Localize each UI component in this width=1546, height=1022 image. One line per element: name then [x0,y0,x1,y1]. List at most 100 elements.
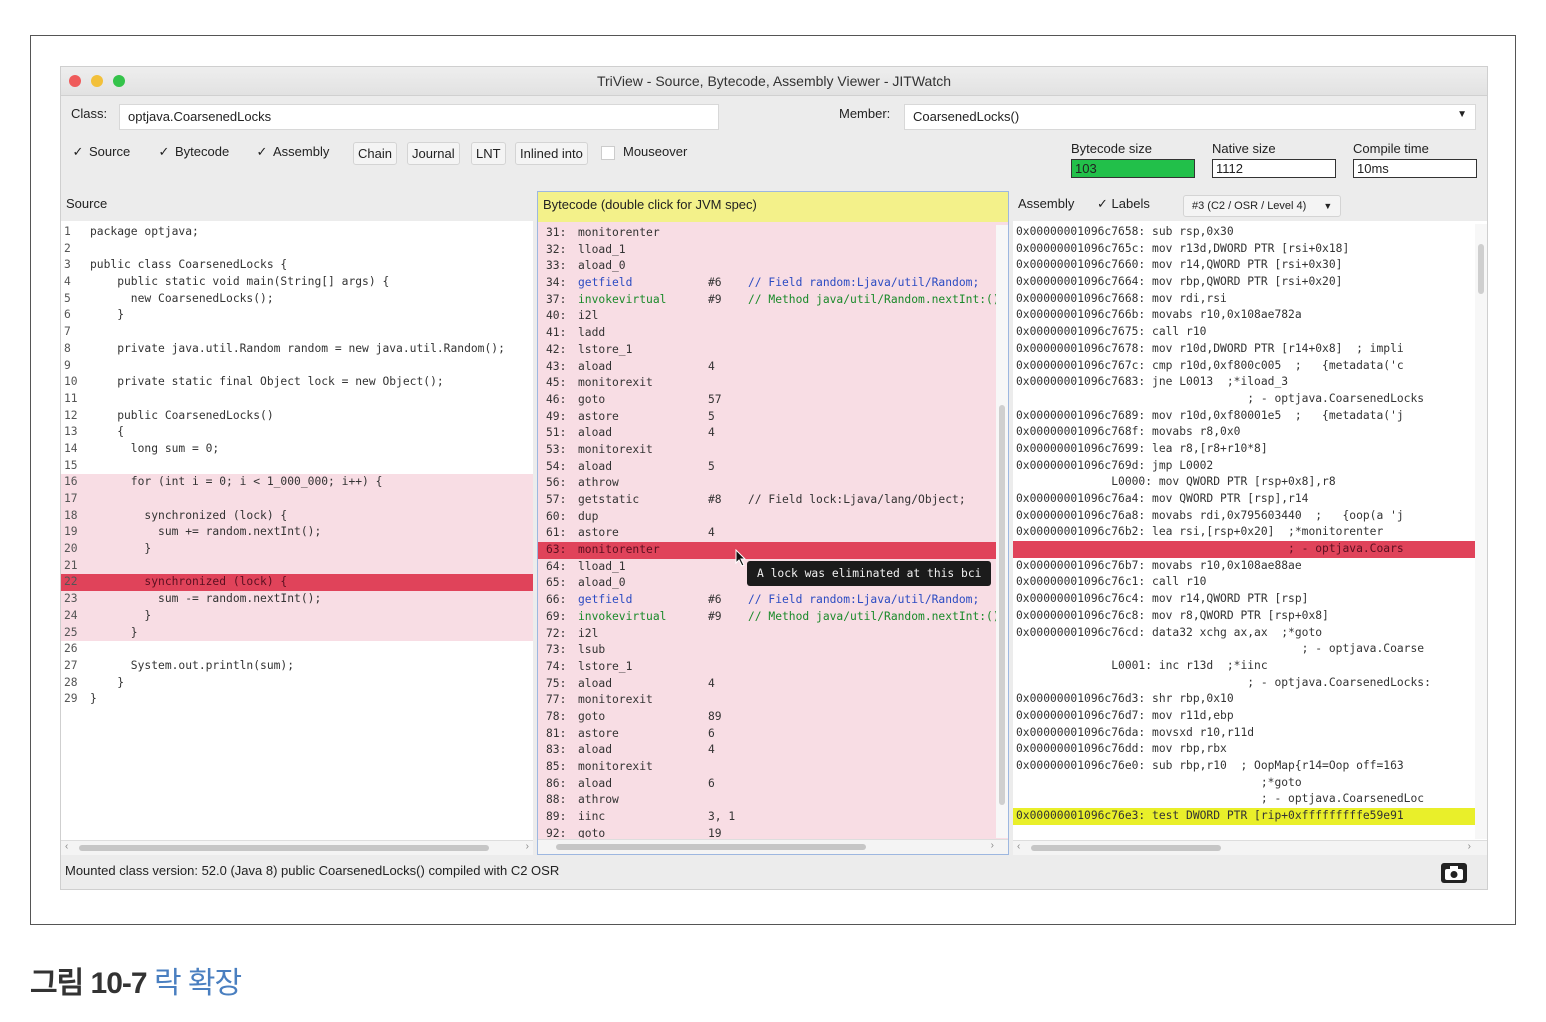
assembly-line[interactable]: 0x00000001096c76dd: mov rbp,rbx [1013,741,1475,758]
bytecode-line[interactable]: 63: monitorenter [538,542,996,559]
labels-checkbox[interactable]: ✓ Labels [1097,191,1150,217]
assembly-checkbox[interactable]: ✓ Assembly [255,144,330,160]
source-line[interactable]: 26 [61,641,533,658]
assembly-line[interactable]: 0x00000001096c76da: movsxd r10,r11d [1013,725,1475,742]
source-horizontal-scrollbar[interactable]: ‹ › [61,840,533,855]
bytecode-line[interactable]: 41: ladd [538,325,996,342]
source-line[interactable]: 16 for (int i = 0; i < 1_000_000; i++) { [61,474,533,491]
source-line[interactable]: 24 } [61,607,533,625]
assembly-line[interactable]: ; - optjava.CoarsenedLoc [1013,791,1475,808]
member-select[interactable]: CoarsenedLocks() ▼ [904,104,1476,130]
bytecode-line[interactable]: 34: getfield #6 // Field random:Ljava/util/… [538,275,996,292]
scroll-thumb[interactable] [1478,244,1484,294]
assembly-line[interactable]: 0x00000001096c7678: mov r10d,DWORD PTR [… [1013,341,1475,358]
source-line[interactable]: 15 [61,458,533,475]
bytecode-line[interactable]: 88: athrow [538,792,996,809]
journal-button[interactable]: Journal [407,142,460,165]
assembly-line[interactable]: ;*goto [1013,775,1475,792]
assembly-line[interactable]: 0x00000001096c76cd: data32 xchg ax,ax ;*… [1013,625,1475,642]
assembly-line[interactable]: L0000: mov QWORD PTR [rsp+0x8],r8 [1013,474,1475,491]
assembly-line[interactable]: 0x00000001096c76d7: mov r11d,ebp [1013,708,1475,725]
source-line[interactable]: 2 [61,241,533,258]
source-line[interactable]: 20 } [61,541,533,558]
bytecode-line[interactable]: 43: aload 4 [538,359,996,376]
source-line[interactable]: 8 private java.util.Random random = new … [61,341,533,358]
assembly-line[interactable]: 0x00000001096c76d3: shr rbp,0x10 [1013,691,1475,708]
bytecode-line[interactable]: 40: i2l [538,308,996,325]
bytecode-line[interactable]: 77: monitorexit [538,692,996,709]
source-line[interactable]: 29} [61,691,533,708]
chevron-right-icon[interactable]: › [1468,841,1471,852]
assembly-line[interactable]: ; - optjava.Coars [1013,541,1475,558]
source-line[interactable]: 25 } [61,624,533,642]
bytecode-line[interactable]: 74: lstore_1 [538,659,996,676]
assembly-line[interactable]: 0x00000001096c7675: call r10 [1013,324,1475,341]
assembly-line[interactable]: 0x00000001096c768f: movabs r8,0x0 [1013,424,1475,441]
bytecode-horizontal-scrollbar[interactable]: › [538,839,1008,854]
bytecode-line[interactable]: 85: monitorexit [538,759,996,776]
bytecode-line[interactable]: 81: astore 6 [538,726,996,743]
assembly-line[interactable]: 0x00000001096c76a4: mov QWORD PTR [rsp],… [1013,491,1475,508]
source-line[interactable]: 7 [61,324,533,341]
source-line[interactable]: 12 public CoarsenedLocks() [61,408,533,425]
assembly-line[interactable]: 0x00000001096c76c4: mov r14,QWORD PTR [r… [1013,591,1475,608]
assembly-line[interactable]: 0x00000001096c7664: mov rbp,QWORD PTR [r… [1013,274,1475,291]
bytecode-line[interactable]: 75: aload 4 [538,676,996,693]
chevron-right-icon[interactable]: › [991,840,994,851]
bytecode-line[interactable]: 78: goto 89 [538,709,996,726]
source-line[interactable]: 22 synchronized (lock) { [61,574,533,592]
source-line[interactable]: 6 } [61,307,533,324]
bytecode-line[interactable]: 72: i2l [538,626,996,643]
assembly-vertical-scrollbar[interactable] [1475,224,1487,839]
scroll-thumb[interactable] [999,405,1005,805]
source-line[interactable]: 27 System.out.println(sum); [61,658,533,675]
bytecode-line[interactable]: 32: lload_1 [538,242,996,259]
bytecode-line[interactable]: 60: dup [538,509,996,526]
assembly-line[interactable]: 0x00000001096c7668: mov rdi,rsi [1013,291,1475,308]
assembly-line[interactable]: 0x00000001096c767c: cmp r10d,0xf800c005 … [1013,358,1475,375]
source-line[interactable]: 1 package optjava; [61,224,533,241]
bytecode-line[interactable]: 51: aload 4 [538,425,996,442]
bytecode-line[interactable]: 66: getfield #6 // Field random:Ljava/util/… [538,592,996,609]
source-checkbox[interactable]: ✓ Source [71,144,131,160]
assembly-line[interactable]: 0x00000001096c766b: movabs r10,0x108ae78… [1013,307,1475,324]
assembly-line[interactable]: 0x00000001096c7683: jne L0013 ;*iload_3 [1013,374,1475,391]
lnt-button[interactable]: LNT [471,142,506,165]
chevron-left-icon[interactable]: ‹ [1017,841,1020,852]
assembly-line[interactable]: ; - optjava.CoarsenedLocks: [1013,675,1475,692]
bytecode-line[interactable]: 46: goto 57 [538,392,996,409]
assembly-line[interactable]: L0001: inc r13d ;*iinc [1013,658,1475,675]
bytecode-line[interactable]: 53: monitorexit [538,442,996,459]
source-line[interactable]: 10 private static final Object lock = ne… [61,374,533,391]
assembly-line[interactable]: 0x00000001096c769d: jmp L0002 [1013,458,1475,475]
bytecode-line[interactable]: 57: getstatic #8 // Field lock:Ljava/lang/O… [538,492,996,509]
source-line[interactable]: 19 sum += random.nextInt(); [61,524,533,542]
bytecode-code[interactable]: 31: monitorenter 32: lload_1 33: aload_0 34: ge… [538,225,996,838]
bytecode-line[interactable]: 83: aload 4 [538,742,996,759]
bytecode-line[interactable]: 61: astore 4 [538,525,996,542]
source-line[interactable]: 4 public static void main(String[] args)… [61,274,533,291]
bytecode-checkbox[interactable]: ✓ Bytecode [157,144,230,160]
assembly-line[interactable]: 0x00000001096c76b7: movabs r10,0x108ae88… [1013,558,1475,575]
scroll-thumb[interactable] [556,844,866,850]
assembly-line[interactable]: 0x00000001096c76c1: call r10 [1013,574,1475,591]
mouseover-checkbox[interactable]: Mouseover [601,144,687,160]
bytecode-line[interactable]: 45: monitorexit [538,375,996,392]
assembly-line[interactable]: 0x00000001096c76c8: mov r8,QWORD PTR [rs… [1013,608,1475,625]
source-line[interactable]: 17 [61,491,533,508]
bytecode-line[interactable]: 92: goto 19 [538,826,996,838]
bytecode-vertical-scrollbar[interactable] [996,225,1008,838]
class-field[interactable]: optjava.CoarsenedLocks [119,104,719,130]
scroll-thumb[interactable] [1031,845,1221,851]
source-line[interactable]: 14 long sum = 0; [61,441,533,458]
assembly-line[interactable]: 0x00000001096c76e3: test DWORD PTR [rip+… [1013,808,1475,825]
bytecode-line[interactable]: 42: lstore_1 [538,342,996,359]
source-line[interactable]: 11 [61,391,533,408]
chevron-right-icon[interactable]: › [526,841,529,852]
assembly-line[interactable]: 0x00000001096c76e0: sub rbp,r10 ; OopMap… [1013,758,1475,775]
bytecode-line[interactable]: 86: aload 6 [538,776,996,793]
assembly-line[interactable]: 0x00000001096c7699: lea r8,[r8+r10*8] [1013,441,1475,458]
bytecode-line[interactable]: 37: invokevirtual #9 // Method java/util/Ra… [538,292,996,309]
assembly-line[interactable]: ; - optjava.CoarsenedLocks [1013,391,1475,408]
assembly-line[interactable]: 0x00000001096c76a8: movabs rdi,0x7956034… [1013,508,1475,525]
